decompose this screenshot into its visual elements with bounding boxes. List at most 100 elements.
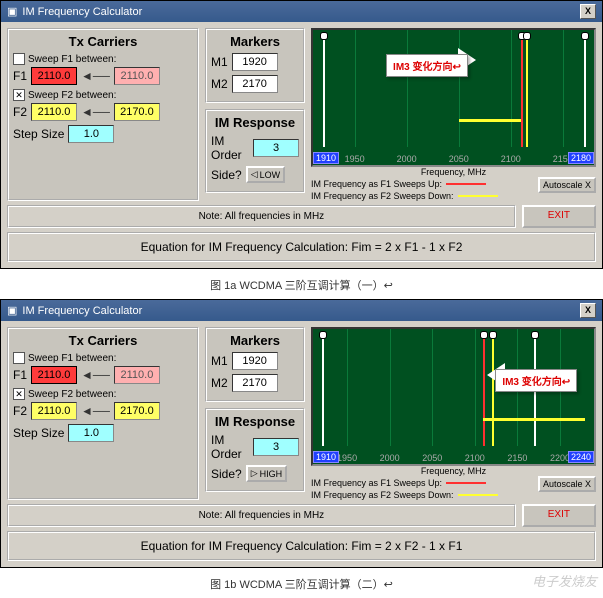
legend-row: IM Frequency as F1 Sweeps Up: — [311, 478, 498, 488]
equation-panel: Equation for IM Frequency Calculation: F… — [7, 232, 596, 262]
im-side-row: Side?▷HIGH — [211, 465, 299, 482]
title-text: IM Frequency Calculator — [22, 6, 142, 18]
x-tick-label: 2050 — [422, 453, 442, 463]
x-tick-label: 2100 — [501, 154, 521, 164]
markers-panel: MarkersM11920M22170 — [205, 28, 305, 103]
xmax-label: 2180 — [568, 152, 594, 164]
xmin-label: 1910 — [313, 152, 339, 164]
x-tick-label: 2100 — [465, 453, 485, 463]
checkbox-icon: ✕ — [13, 89, 25, 101]
step-input[interactable]: 1.0 — [68, 424, 114, 442]
sweep-f2-label: Sweep F2 between: — [28, 389, 116, 400]
gridline — [407, 30, 408, 147]
step-input[interactable]: 1.0 — [68, 125, 114, 143]
arrow-icon: ◄── — [81, 404, 110, 418]
plot-dot — [319, 331, 327, 339]
sweep-f2-checkbox[interactable]: ✕Sweep F2 between: — [13, 89, 193, 101]
plot-vline — [526, 34, 528, 147]
close-icon[interactable]: X — [580, 303, 596, 318]
app-icon: ▣ — [7, 304, 17, 317]
sweep-f1-checkbox[interactable]: Sweep F1 between: — [13, 53, 193, 65]
im-order-input[interactable]: 3 — [253, 438, 299, 456]
plot-dot — [489, 331, 497, 339]
equation-panel: Equation for IM Frequency Calculation: F… — [7, 531, 596, 561]
f1-from-input[interactable]: 2110.0 — [31, 366, 77, 384]
m1-input[interactable]: 1920 — [232, 53, 278, 71]
equation-label: Equation for IM Frequency Calculation: — [141, 539, 352, 553]
f1-row: F12110.0◄──2110.0 — [13, 366, 193, 384]
plot-dot — [581, 32, 589, 40]
sweep-f1-label: Sweep F1 between: — [28, 54, 116, 65]
side-toggle[interactable]: ▷HIGH — [246, 465, 287, 482]
x-tick-label: 2000 — [380, 453, 400, 463]
exit-button[interactable]: EXIT — [522, 504, 596, 527]
gridline — [475, 329, 476, 446]
note-text: Note: All frequencies in MHz — [7, 205, 516, 228]
legend-row: IM Frequency as F1 Sweeps Up: — [311, 179, 498, 189]
title-text: IM Frequency Calculator — [22, 305, 142, 317]
im-response-panel: IM Response IM Order3 Side?▷HIGH — [205, 408, 305, 492]
x-tick-label: 2200 — [550, 453, 570, 463]
plot-hbar — [459, 119, 521, 122]
mid-column: MarkersM11920M22170IM ResponseIM Order3S… — [205, 327, 305, 500]
plot-dot — [523, 32, 531, 40]
autoscale-button[interactable]: Autoscale X — [538, 177, 596, 193]
legend-lines: IM Frequency as F1 Sweeps Up: IM Frequenc… — [311, 177, 498, 201]
f2-row: F2 2110.0 ◄── 2170.0 — [13, 402, 193, 420]
f1-to-input[interactable]: 2110.0 — [114, 67, 160, 85]
markers-heading: Markers — [211, 333, 299, 348]
plot-vline — [323, 34, 325, 147]
plot-dot — [320, 32, 328, 40]
legend-text: IM Frequency as F2 Sweeps Down: — [311, 490, 454, 500]
f1-from-input[interactable]: 2110.0 — [31, 67, 77, 85]
plot-column: 19502000205021002150220019102240IM3 变化方向… — [311, 327, 596, 500]
im-heading: IM Response — [211, 414, 299, 429]
plot-vline — [492, 333, 494, 446]
f1-label: F1 — [13, 69, 27, 83]
gridline — [347, 329, 348, 446]
f2-to-input[interactable]: 2170.0 — [114, 103, 160, 121]
m1-label: M1 — [211, 354, 228, 368]
f2-to-input[interactable]: 2170.0 — [114, 402, 160, 420]
x-axis-title: Frequency, MHz — [311, 466, 596, 476]
f2-label: F2 — [13, 404, 27, 418]
note-row: Note: All frequencies in MHz EXIT — [7, 205, 596, 228]
exit-button[interactable]: EXIT — [522, 205, 596, 228]
f1-to-input[interactable]: 2110.0 — [114, 366, 160, 384]
app-window: ▣IM Frequency CalculatorXTx CarriersSwee… — [0, 0, 603, 269]
im-heading: IM Response — [211, 115, 299, 130]
m2-input[interactable]: 2170 — [232, 374, 278, 392]
autoscale-button[interactable]: Autoscale X — [538, 476, 596, 492]
im3-callout: IM3 变化方向↩ — [386, 54, 468, 77]
equation-label: Equation for IM Frequency Calculation: — [141, 240, 352, 254]
f2-from-input[interactable]: 2110.0 — [31, 402, 77, 420]
app-icon: ▣ — [7, 5, 17, 18]
row-top: Tx CarriersSweep F1 between:F12110.0◄──2… — [7, 327, 596, 500]
markers-heading: Markers — [211, 34, 299, 49]
im-order-row: IM Order3 — [211, 134, 299, 162]
gridline — [432, 329, 433, 446]
im-order-input[interactable]: 3 — [253, 139, 299, 157]
legend-swatch — [446, 482, 486, 484]
f1-label: F1 — [13, 368, 27, 382]
legend-swatch — [458, 195, 498, 197]
plot-vline — [483, 333, 485, 446]
close-icon[interactable]: X — [580, 4, 596, 19]
page: ▣IM Frequency CalculatorXTx CarriersSwee… — [0, 0, 603, 598]
sweep-f2-checkbox[interactable]: ✕Sweep F2 between: — [13, 388, 193, 400]
side-toggle[interactable]: ◁LOW — [246, 166, 285, 183]
m1-input[interactable]: 1920 — [232, 352, 278, 370]
side-label: Side? — [211, 168, 242, 182]
m2-input[interactable]: 2170 — [232, 75, 278, 93]
x-axis-title: Frequency, MHz — [311, 167, 596, 177]
figure-caption: 图 1b WCDMA 三阶互调计算（二）↩ — [0, 570, 603, 598]
figure-caption: 图 1a WCDMA 三阶互调计算（一）↩ — [0, 271, 603, 299]
f2-from-input[interactable]: 2110.0 — [31, 103, 77, 121]
im-order-row: IM Order3 — [211, 433, 299, 461]
sweep-f1-checkbox[interactable]: Sweep F1 between: — [13, 352, 193, 364]
legend-row: IM Frequency as F2 Sweeps Down: — [311, 191, 498, 201]
checkbox-icon — [13, 352, 25, 364]
plot-dot — [480, 331, 488, 339]
m2-row: M22170 — [211, 75, 299, 93]
note-text: Note: All frequencies in MHz — [7, 504, 516, 527]
